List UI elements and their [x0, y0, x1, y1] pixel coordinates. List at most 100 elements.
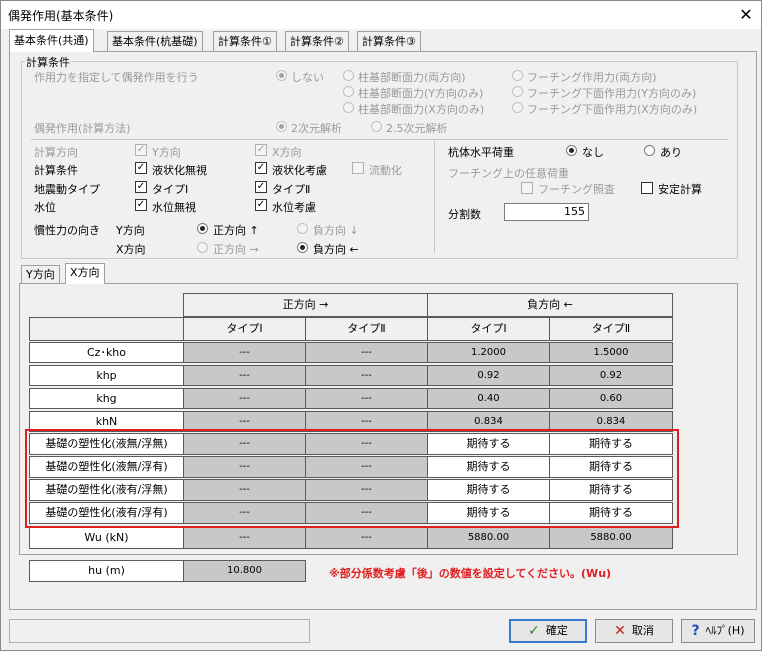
table-cell[interactable]: ---	[305, 388, 428, 409]
table-cell[interactable]: ---	[183, 456, 306, 478]
check-type1[interactable]: ✓	[135, 181, 147, 193]
table-cell[interactable]: 0.60	[549, 388, 673, 409]
radio-pile-load-none[interactable]	[566, 145, 577, 156]
liquefaction-consider-label: 液状化考慮	[272, 164, 327, 177]
table-cell[interactable]: 期待する	[549, 456, 673, 478]
status-field	[9, 619, 310, 643]
check-dir-y[interactable]: ✓	[135, 144, 147, 156]
check-water-consider[interactable]: ✓	[255, 199, 267, 211]
table-cell[interactable]: 0.834	[549, 411, 673, 432]
tab-calc-1[interactable]: 計算条件①	[213, 31, 277, 52]
check-dir-x[interactable]: ✓	[255, 144, 267, 156]
option-column-y-label: 柱基部断面力(Y方向のみ)	[358, 87, 484, 100]
check-icon: ✓	[528, 623, 540, 639]
table-cell[interactable]: ---	[305, 456, 428, 478]
divisions-input[interactable]: 155	[504, 203, 589, 221]
radio-y-negative[interactable]	[297, 223, 308, 234]
type1-label: タイプⅠ	[152, 183, 189, 196]
tab-calc-2[interactable]: 計算条件②	[285, 31, 349, 52]
flow-label: 流動化	[369, 164, 402, 177]
help-button[interactable]: ? ﾍﾙﾌﾟ(H)	[681, 619, 755, 643]
radio-footing-x[interactable]	[512, 102, 523, 113]
table-cell[interactable]: 期待する	[427, 479, 550, 501]
table-cell[interactable]: ---	[183, 527, 306, 549]
tab-basic-common[interactable]: 基本条件(共通)	[9, 29, 94, 52]
close-icon[interactable]: ✕	[735, 4, 757, 26]
table-cell[interactable]: 0.92	[549, 365, 673, 386]
dialog-window: 偶発作用(基本条件) ✕ 基本条件(共通) 基本条件(杭基礎) 計算条件① 計算…	[0, 0, 762, 651]
table-cell[interactable]: 期待する	[549, 502, 673, 524]
subtab-x[interactable]: X方向	[65, 263, 105, 284]
cancel-button[interactable]: ✕ 取消	[595, 619, 673, 643]
check-footing[interactable]	[521, 182, 533, 194]
radio-specify-none[interactable]	[276, 70, 287, 81]
table-cell[interactable]: 5880.00	[427, 527, 550, 549]
table-cell[interactable]: 1.5000	[549, 342, 673, 363]
radio-column-x[interactable]	[343, 102, 354, 113]
table-cell[interactable]: 期待する	[427, 502, 550, 524]
table-cell[interactable]: 1.2000	[427, 342, 550, 363]
option-footing-y-label: フーチング下面作用力(Y方向のみ)	[527, 87, 697, 100]
table-cell[interactable]: 0.834	[427, 411, 550, 432]
radio-y-positive[interactable]	[197, 223, 208, 234]
divisions-label: 分割数	[448, 208, 481, 221]
header-negative: 負方向 ←	[427, 293, 673, 317]
table-cell[interactable]: ---	[183, 479, 306, 501]
table-cell[interactable]: 期待する	[427, 456, 550, 478]
divider	[31, 139, 728, 140]
check-liquefaction-consider[interactable]: ✓	[255, 162, 267, 174]
table-cell[interactable]: 期待する	[549, 479, 673, 501]
check-flow[interactable]	[352, 162, 364, 174]
tab-basic-pile[interactable]: 基本条件(杭基礎)	[107, 31, 203, 52]
calc-conditions-label: 計算条件	[25, 54, 71, 70]
table-cell[interactable]: 0.92	[427, 365, 550, 386]
hu-value[interactable]: 10.800	[183, 560, 306, 582]
radio-x-negative[interactable]	[297, 242, 308, 253]
table-cell[interactable]: ---	[305, 527, 428, 549]
row-label: khp	[29, 365, 184, 386]
table-cell[interactable]: ---	[183, 411, 306, 432]
table-cell[interactable]: ---	[305, 342, 428, 363]
table-cell[interactable]: ---	[305, 365, 428, 386]
table-cell[interactable]: 5880.00	[549, 527, 673, 549]
table-cell[interactable]: ---	[183, 433, 306, 455]
ok-button[interactable]: ✓ 確定	[509, 619, 587, 643]
table-cell[interactable]: ---	[305, 433, 428, 455]
y-positive-label: 正方向 ↑	[213, 224, 259, 237]
radio-footing-both[interactable]	[512, 70, 523, 81]
table-cell[interactable]: ---	[183, 365, 306, 386]
table-cell[interactable]: ---	[183, 388, 306, 409]
radio-pile-load-exists[interactable]	[644, 145, 655, 156]
table-cell[interactable]: 0.40	[427, 388, 550, 409]
help-icon: ?	[691, 623, 700, 639]
radio-x-positive[interactable]	[197, 242, 208, 253]
radio-footing-y[interactable]	[512, 86, 523, 97]
x-negative-label: 負方向 ←	[313, 243, 359, 256]
warning-text: ※部分係数考慮「後」の数値を設定してください。(Wu)	[329, 567, 612, 580]
radio-method-25d[interactable]	[371, 121, 382, 132]
col-header: タイプⅠ	[427, 317, 550, 341]
subtab-y[interactable]: Y方向	[21, 265, 60, 284]
ok-label: 確定	[545, 624, 568, 637]
table-cell[interactable]: ---	[305, 502, 428, 524]
col-header: タイプⅡ	[549, 317, 673, 341]
footing-load-label: フーチング上の任意荷重	[448, 167, 569, 180]
table-cell[interactable]: ---	[305, 479, 428, 501]
row-label: khg	[29, 388, 184, 409]
col-header: タイプⅡ	[305, 317, 428, 341]
radio-method-2d[interactable]	[276, 121, 287, 132]
tab-calc-3[interactable]: 計算条件③	[357, 31, 421, 52]
table-cell[interactable]: 期待する	[549, 433, 673, 455]
pile-load-none-label: なし	[582, 146, 604, 159]
check-water-ignore[interactable]: ✓	[135, 199, 147, 211]
check-liquefaction-ignore[interactable]: ✓	[135, 162, 147, 174]
table-cell[interactable]: ---	[305, 411, 428, 432]
radio-column-both[interactable]	[343, 70, 354, 81]
check-type2[interactable]: ✓	[255, 181, 267, 193]
check-stability[interactable]	[641, 182, 653, 194]
radio-column-y[interactable]	[343, 86, 354, 97]
table-cell[interactable]: 期待する	[427, 433, 550, 455]
table-cell[interactable]: ---	[183, 502, 306, 524]
row-label: Wu (kN)	[29, 527, 184, 549]
table-cell[interactable]: ---	[183, 342, 306, 363]
